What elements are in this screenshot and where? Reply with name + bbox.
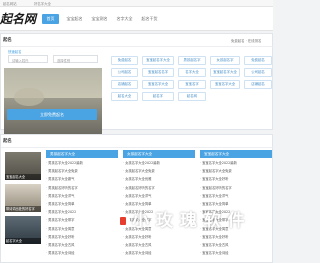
category-link[interactable]: 宝宝名字大全 xyxy=(142,80,174,89)
gender-select[interactable]: 选择性别 xyxy=(53,55,98,63)
category-link[interactable]: 男孩起名字 xyxy=(178,56,206,65)
site-header: 起名网 首页 宝宝起名 宝宝测名 名字大全 起名干货 xyxy=(0,7,273,31)
article-thumb[interactable]: 起名字大全 xyxy=(5,216,41,244)
gender-placeholder: 选择性别 xyxy=(57,58,71,63)
form-banner-image xyxy=(4,68,102,134)
articles-title: 起名 xyxy=(3,139,12,144)
list-item[interactable]: 男孩名字大全2022 xyxy=(46,208,118,216)
category-link[interactable]: 宝宝起名字大全 xyxy=(142,56,174,65)
category-link[interactable]: 免费起名 xyxy=(244,56,272,65)
surname-placeholder: 请输入姓氏 xyxy=(12,58,29,63)
list-item[interactable]: 女孩名字大全诗经 xyxy=(123,249,195,257)
list-item[interactable]: 女孩名字大全古风 xyxy=(123,241,195,249)
list-item[interactable]: 男孩名字大全带字 xyxy=(46,216,118,224)
articles-divider xyxy=(1,147,274,148)
submit-button[interactable]: 立即免费起名 xyxy=(7,109,97,120)
list-item[interactable]: 宝宝名字大全好听 xyxy=(200,175,272,183)
list-item[interactable]: 男孩名字大全洋气 xyxy=(46,192,118,200)
list-item[interactable]: 男孩名字大全霸气 xyxy=(46,175,118,183)
list-item[interactable]: 宝宝名字大全好听 xyxy=(200,233,272,241)
column-head-baby[interactable]: 宝宝起名字大全 xyxy=(200,150,272,158)
category-link[interactable]: 起名大全 xyxy=(111,92,138,101)
list-item[interactable]: 宝宝起名好听的名字 xyxy=(200,184,272,192)
list-item[interactable]: 男孩名字大全好听 xyxy=(46,233,118,241)
article-thumb[interactable]: 宝宝起名大全 xyxy=(5,152,41,180)
category-link[interactable]: 名字大全 xyxy=(178,68,206,77)
list-item[interactable]: 男孩起名好听的名字 xyxy=(46,184,118,192)
nav-item-baby-naming[interactable]: 宝宝起名 xyxy=(65,14,84,24)
top-bar-right-text: 好名字大全 xyxy=(34,2,51,7)
category-link[interactable]: 起名字 xyxy=(142,92,174,101)
list-item[interactable]: 男孩名字大全简单 xyxy=(46,200,118,208)
category-link[interactable]: 店铺起名 xyxy=(111,80,138,89)
list-item[interactable]: 女孩名字大全好听 xyxy=(123,233,195,241)
article-list-boy: 男孩名字大全2022最新 男孩起名字大全免费 男孩名字大全霸气 男孩起名好听的名… xyxy=(46,159,118,263)
category-link[interactable]: 宝宝起名字大全 xyxy=(210,68,240,77)
article-thumb-caption: 宝宝起名大全 xyxy=(5,174,41,180)
article-thumb-caption: 带诗词出处的好名字 xyxy=(5,206,41,212)
category-link[interactable]: 宝宝起名名字 xyxy=(142,68,174,77)
watermark: 小 玫 瑰 软 件 xyxy=(116,206,245,231)
list-item[interactable]: 女孩名字大全洋气 xyxy=(123,192,195,200)
surname-input[interactable]: 请输入姓氏 xyxy=(8,55,48,63)
category-link[interactable]: 公司起名 xyxy=(244,68,272,77)
top-bar: 起名网站 好名字大全 xyxy=(0,0,273,7)
list-item[interactable]: 女孩起名字大全免费 xyxy=(123,167,195,175)
form-tab-label[interactable]: 快速起名 xyxy=(8,49,22,54)
list-item[interactable]: 男孩名字大全寓意 xyxy=(46,225,118,233)
list-item[interactable]: 男孩名字大全古风 xyxy=(46,241,118,249)
watermark-text: 小 玫 瑰 软 件 xyxy=(132,211,246,231)
top-bar-left-text: 起名网站 xyxy=(3,2,17,7)
category-link[interactable]: 宝宝名字 xyxy=(178,80,206,89)
list-item[interactable]: 男孩名字大全2022最新 xyxy=(46,159,118,167)
nav-item-name-test[interactable]: 宝宝测名 xyxy=(90,14,109,24)
column-head-boy[interactable]: 男孩起名字大全 xyxy=(46,150,118,158)
list-item[interactable]: 女孩名字大全2022最新 xyxy=(123,159,195,167)
list-item[interactable]: 宝宝名字大全古风 xyxy=(200,241,272,249)
list-item[interactable]: 男孩名字大全诗经 xyxy=(46,249,118,257)
list-item[interactable]: 宝宝名字大全诗经 xyxy=(200,249,272,257)
nav-item-name-list[interactable]: 名字大全 xyxy=(115,14,134,24)
list-item[interactable]: 女孩起名好听的名字 xyxy=(123,184,195,192)
article-thumb[interactable]: 带诗词出处的好名字 xyxy=(5,184,41,212)
list-item[interactable]: 女孩名字大全优雅 xyxy=(123,175,195,183)
article-thumb-caption: 起名字大全 xyxy=(5,238,41,244)
form-divider xyxy=(1,46,274,47)
category-link[interactable]: 公司起名 xyxy=(111,68,138,77)
category-link[interactable]: 宝宝名字大全 xyxy=(210,80,240,89)
nav-item-tips[interactable]: 起名干货 xyxy=(140,14,159,24)
list-item[interactable]: 男孩起名字大全免费 xyxy=(46,167,118,175)
list-item[interactable]: 宝宝起名字大全免费 xyxy=(200,167,272,175)
articles-panel: 起名 宝宝起名大全 带诗词出处的好名字 起名字大全 男孩起名字大全 女孩起名字大… xyxy=(0,134,274,263)
category-link[interactable]: 起名网 xyxy=(178,92,206,101)
category-link[interactable]: 女孩起名字 xyxy=(210,56,240,65)
category-link[interactable]: 免费起名 xyxy=(111,56,138,65)
column-head-girl[interactable]: 女孩起名字大全 xyxy=(123,150,195,158)
form-subtitle: 免费起名 · 在线测名 xyxy=(231,39,262,43)
site-logo[interactable]: 起名网 xyxy=(0,13,36,25)
watermark-logo-icon xyxy=(116,214,130,228)
nav-item-home[interactable]: 首页 xyxy=(42,14,59,24)
form-title: 起名 xyxy=(3,38,12,43)
list-item[interactable]: 宝宝名字大全洋气 xyxy=(200,192,272,200)
category-link[interactable]: 店铺起名 xyxy=(244,80,272,89)
list-item[interactable]: 宝宝名字大全2022最新 xyxy=(200,159,272,167)
